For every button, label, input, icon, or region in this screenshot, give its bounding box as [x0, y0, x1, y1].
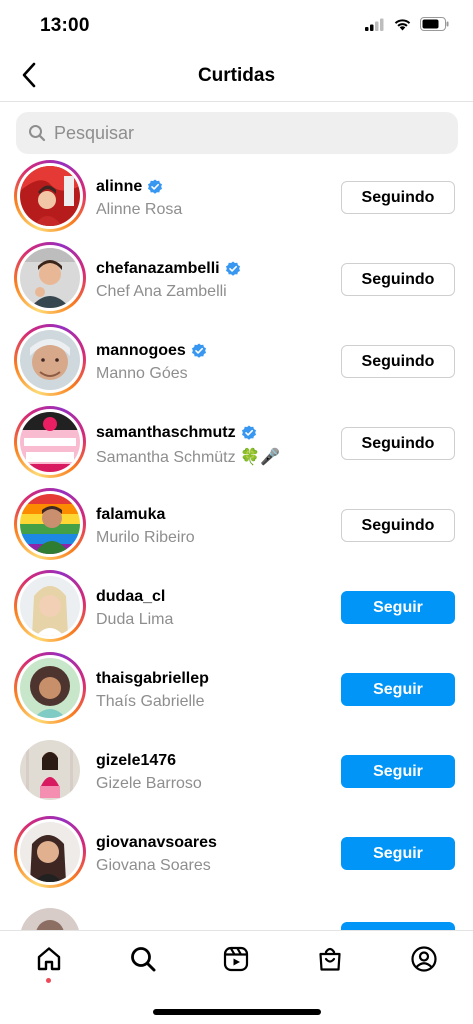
avatar	[20, 330, 80, 390]
full-name: Duda Lima	[96, 611, 174, 628]
full-name: Thaís Gabrielle	[96, 693, 205, 710]
likes-list: alinne Alinne Rosa Seguindo chefanazambe…	[0, 156, 473, 930]
tab-home[interactable]	[33, 943, 65, 975]
list-item[interactable]: falamuka Murilo Ribeiro Seguindo	[0, 484, 473, 566]
follow-button[interactable]: Seguir	[341, 837, 455, 870]
full-name: Alinne Rosa	[96, 201, 183, 218]
status-bar: 13:00	[0, 0, 473, 50]
full-name: Gizele Barroso	[96, 775, 202, 792]
notification-dot	[46, 978, 51, 983]
username[interactable]: falamuka	[96, 506, 165, 524]
avatar	[20, 248, 80, 308]
username[interactable]: samanthaschmutz	[96, 424, 257, 442]
username[interactable]: thaisgabriellep	[96, 670, 209, 688]
full-name: Giovana Soares	[96, 857, 211, 874]
header: Curtidas	[0, 50, 473, 102]
profile-icon	[411, 946, 437, 972]
following-button[interactable]: Seguindo	[341, 509, 455, 542]
avatar	[20, 740, 80, 800]
avatar	[20, 412, 80, 472]
story-ring[interactable]	[14, 324, 86, 396]
full-name: Samantha Schmütz 🍀🎤	[96, 449, 280, 466]
list-item[interactable]	[0, 894, 473, 930]
full-name: Murilo Ribeiro	[96, 529, 195, 546]
avatar-frame[interactable]	[14, 734, 86, 806]
following-button[interactable]: Seguindo	[341, 345, 455, 378]
following-button[interactable]: Seguindo	[341, 427, 455, 460]
verified-badge-icon	[191, 343, 206, 358]
username[interactable]: giovanavsoares	[96, 834, 217, 852]
username[interactable]: chefanazambelli	[96, 260, 241, 278]
story-ring[interactable]	[14, 242, 86, 314]
avatar	[20, 576, 80, 636]
tab-search[interactable]	[127, 943, 159, 975]
story-ring[interactable]	[14, 652, 86, 724]
follow-button[interactable]	[341, 922, 455, 930]
following-button[interactable]: Seguindo	[341, 181, 455, 214]
verified-badge-icon	[241, 425, 256, 440]
shop-icon	[319, 947, 341, 971]
search-input[interactable]	[54, 122, 434, 144]
list-item[interactable]: alinne Alinne Rosa Seguindo	[0, 156, 473, 238]
reels-icon	[223, 946, 249, 972]
username[interactable]: mannogoes	[96, 342, 207, 360]
list-item[interactable]: gizele1476 Gizele Barroso Seguir	[0, 730, 473, 812]
following-button[interactable]: Seguindo	[341, 263, 455, 296]
username[interactable]: dudaa_cl	[96, 588, 165, 606]
avatar	[20, 166, 80, 226]
list-item[interactable]: dudaa_cl Duda Lima Seguir	[0, 566, 473, 648]
follow-button[interactable]: Seguir	[341, 673, 455, 706]
tab-shop[interactable]	[314, 943, 346, 975]
search-icon	[131, 947, 156, 972]
page-title: Curtidas	[197, 65, 276, 86]
username[interactable]: gizele1476	[96, 752, 176, 770]
avatar	[20, 908, 80, 930]
story-ring[interactable]	[14, 160, 86, 232]
list-item[interactable]: mannogoes Manno Góes Seguindo	[0, 320, 473, 402]
tab-profile[interactable]	[408, 943, 440, 975]
tab-reels[interactable]	[220, 943, 252, 975]
story-ring[interactable]	[14, 406, 86, 478]
story-ring[interactable]	[14, 816, 86, 888]
signal-icon	[365, 18, 385, 36]
avatar	[20, 822, 80, 882]
status-icons	[365, 17, 449, 36]
status-time: 13:00	[40, 15, 90, 36]
list-item[interactable]: samanthaschmutz Samantha Schmütz 🍀🎤 Segu…	[0, 402, 473, 484]
avatar-frame[interactable]	[14, 902, 86, 930]
list-item[interactable]: thaisgabriellep Thaís Gabrielle Seguir	[0, 648, 473, 730]
list-item[interactable]: giovanavsoares Giovana Soares Seguir	[0, 812, 473, 894]
full-name: Manno Góes	[96, 365, 188, 382]
verified-badge-icon	[225, 261, 240, 276]
list-item[interactable]: chefanazambelli Chef Ana Zambelli Seguin…	[0, 238, 473, 320]
search-bar[interactable]	[16, 112, 458, 154]
verified-badge-icon	[148, 179, 163, 194]
username[interactable]: alinne	[96, 178, 163, 196]
wifi-icon	[393, 17, 412, 36]
battery-icon	[420, 17, 449, 36]
home-icon	[37, 947, 61, 971]
story-ring[interactable]	[14, 570, 86, 642]
home-indicator[interactable]	[153, 1009, 321, 1015]
follow-button[interactable]: Seguir	[341, 591, 455, 624]
full-name: Chef Ana Zambelli	[96, 283, 227, 300]
search-icon	[29, 125, 46, 142]
avatar	[20, 658, 80, 718]
story-ring[interactable]	[14, 488, 86, 560]
follow-button[interactable]: Seguir	[341, 755, 455, 788]
avatar	[20, 494, 80, 554]
